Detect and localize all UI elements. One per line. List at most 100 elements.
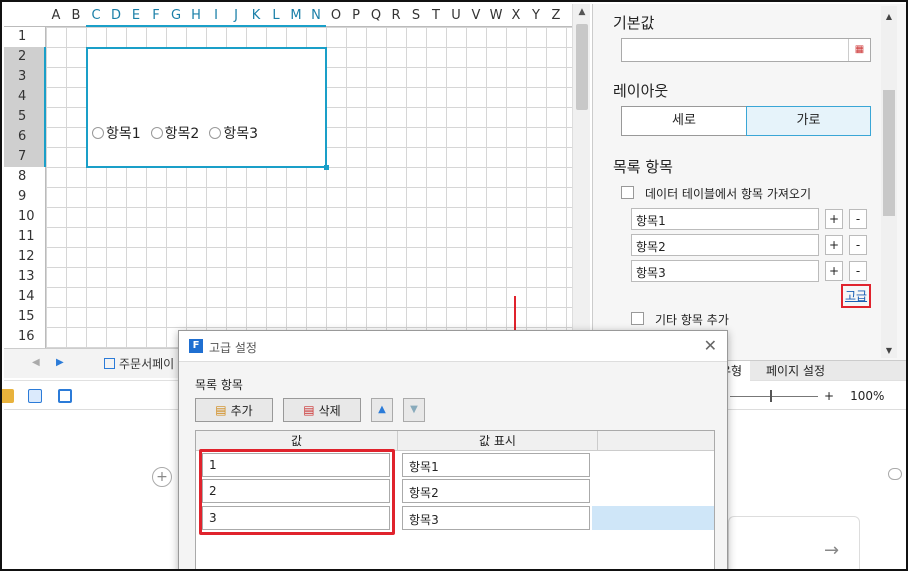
radio-icon — [150, 126, 163, 139]
row-header-8[interactable]: 8 — [4, 167, 46, 187]
add-item-button[interactable]: + — [825, 209, 843, 229]
list-item-3[interactable]: 항목3 — [631, 260, 819, 282]
scroll-thumb[interactable] — [576, 24, 588, 110]
add-item-button[interactable]: + — [825, 235, 843, 255]
column-header-z[interactable]: Z — [546, 8, 566, 23]
row-header-9[interactable]: 9 — [4, 187, 46, 207]
radio-icon — [92, 126, 104, 139]
sheet-tab-label: 주문서페이 — [119, 357, 175, 371]
list-item-2[interactable]: 항목2 — [631, 234, 819, 256]
add-icon[interactable]: + — [152, 467, 172, 487]
row-header-4[interactable]: 4 — [4, 87, 46, 107]
row-header-7[interactable]: 7 — [4, 147, 46, 167]
display-cell[interactable]: 항목2 — [402, 479, 590, 503]
column-header-g[interactable]: G — [166, 8, 186, 23]
resize-handle[interactable] — [324, 165, 329, 170]
formula-icon[interactable]: ▦ — [848, 39, 870, 61]
scroll-thumb[interactable] — [883, 90, 895, 216]
row-header-13[interactable]: 13 — [4, 267, 46, 287]
radio-group-control[interactable]: 항목1 항목2 항목3 — [86, 47, 327, 168]
column-header-t[interactable]: T — [426, 8, 446, 23]
other-item-checkbox[interactable] — [631, 312, 644, 325]
row-header-10[interactable]: 10 — [4, 207, 46, 227]
column-header-e[interactable]: E — [126, 8, 146, 23]
move-down-icon[interactable]: ▼ — [403, 398, 425, 422]
remove-item-button[interactable]: - — [849, 209, 867, 229]
scroll-up-icon[interactable]: ▲ — [576, 7, 588, 19]
zoom-in-icon[interactable]: + — [824, 389, 834, 403]
column-header-q[interactable]: Q — [366, 8, 386, 23]
row-header-2[interactable]: 2 — [4, 47, 46, 67]
list-item-1[interactable]: 항목1 — [631, 208, 819, 230]
display-cell[interactable]: 항목1 — [402, 453, 590, 477]
next-sheet-icon[interactable]: ▶ — [56, 357, 64, 368]
column-header-y[interactable]: Y — [526, 8, 546, 23]
comment-icon[interactable] — [888, 468, 902, 480]
advanced-link[interactable]: 고급 — [841, 284, 871, 308]
sheet-vertical-scrollbar[interactable]: ▲ — [572, 4, 590, 348]
column-header-w[interactable]: W — [486, 8, 506, 23]
arrow-right-icon[interactable]: → — [824, 540, 839, 561]
sheet-tab[interactable]: 주문서페이 — [104, 355, 174, 372]
spreadsheet[interactable]: ABCDEFGHIJKLMNOPQRSTUVWXYZ 1 2 3 4 5 6 7 8 9 10 11… — [4, 4, 572, 348]
remove-item-button[interactable]: - — [849, 235, 867, 255]
add-button[interactable]: ▤ 추가 — [195, 398, 273, 422]
column-header-r[interactable]: R — [386, 8, 406, 23]
row-header-11[interactable]: 11 — [4, 227, 46, 247]
row-header-5[interactable]: 5 — [4, 107, 46, 127]
close-icon[interactable]: ✕ — [704, 336, 717, 355]
scroll-down-icon[interactable]: ▼ — [883, 346, 895, 355]
import-checkbox[interactable] — [621, 186, 634, 199]
column-header-d[interactable]: D — [106, 8, 126, 23]
column-header-l[interactable]: L — [266, 8, 286, 23]
tab-page-settings[interactable]: 페이지 설정 — [758, 361, 833, 381]
column-header-i[interactable]: I — [206, 8, 226, 23]
default-value-input[interactable]: ▦ — [621, 38, 871, 62]
row-header-15[interactable]: 15 — [4, 307, 46, 327]
row-header-14[interactable]: 14 — [4, 287, 46, 307]
properties-panel: 기본값 ▦ 레이아웃 세로 가로 목록 항목 데이터 테이블에서 항목 가져오기… — [592, 4, 906, 360]
row-header: 1 2 3 4 5 6 7 8 9 10 11 12 13 14 15 16 — [4, 27, 46, 348]
row-header-3[interactable]: 3 — [4, 67, 46, 87]
panel-scrollbar[interactable]: ▲ ▼ — [881, 6, 897, 358]
layout-horizontal-button[interactable]: 가로 — [746, 106, 871, 136]
column-header-x[interactable]: X — [506, 8, 526, 23]
column-header-k[interactable]: K — [246, 8, 266, 23]
row-header-1[interactable]: 1 — [4, 27, 46, 47]
row-header-12[interactable]: 12 — [4, 247, 46, 267]
delete-button[interactable]: ▤ 삭제 — [283, 398, 361, 422]
column-header-c[interactable]: C — [86, 8, 106, 23]
display-cell[interactable]: 항목3 — [402, 506, 590, 530]
default-value-label: 기본값 — [613, 14, 655, 32]
row-header-16[interactable]: 16 — [4, 327, 46, 347]
column-header-m[interactable]: M — [286, 8, 306, 23]
column-header-u[interactable]: U — [446, 8, 466, 23]
layout-vertical-button[interactable]: 세로 — [621, 106, 747, 136]
column-header-v[interactable]: V — [466, 8, 486, 23]
column-header-b[interactable]: B — [66, 8, 86, 23]
form-icon[interactable] — [2, 389, 14, 403]
radio-label: 항목3 — [223, 125, 259, 142]
prev-sheet-icon[interactable]: ◀ — [32, 357, 40, 368]
add-label: 추가 — [230, 403, 253, 418]
column-header-n[interactable]: N — [306, 8, 326, 23]
layout-icon[interactable] — [58, 389, 72, 403]
zoom-control: + 100% — [730, 389, 884, 403]
zoom-slider[interactable] — [730, 389, 818, 402]
scroll-up-icon[interactable]: ▲ — [883, 12, 895, 21]
row-header-6[interactable]: 6 — [4, 127, 46, 147]
radio-option[interactable]: 항목3 — [209, 99, 258, 166]
column-header-s[interactable]: S — [406, 8, 426, 23]
column-header-h[interactable]: H — [186, 8, 206, 23]
radio-option[interactable]: 항목2 — [150, 99, 199, 166]
remove-item-button[interactable]: - — [849, 261, 867, 281]
column-header-p[interactable]: P — [346, 8, 366, 23]
column-header-f[interactable]: F — [146, 8, 166, 23]
column-header-j[interactable]: J — [226, 8, 246, 23]
add-item-button[interactable]: + — [825, 261, 843, 281]
column-header-a[interactable]: A — [46, 8, 66, 23]
move-up-icon[interactable]: ▲ — [371, 398, 393, 422]
column-header-o[interactable]: O — [326, 8, 346, 23]
radio-option[interactable]: 항목1 — [92, 99, 141, 166]
grid-view-icon[interactable] — [28, 389, 42, 403]
